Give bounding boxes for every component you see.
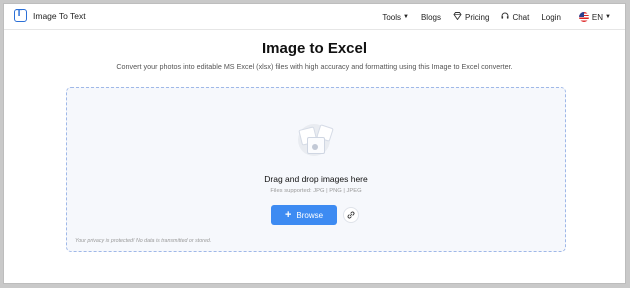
login-label: Login	[541, 12, 561, 22]
page-title: Image to Excel	[261, 40, 368, 57]
nav-tools-label: Tools	[382, 12, 402, 22]
site-logo[interactable]: T Image To Text	[14, 8, 86, 22]
browse-label: Browse	[296, 210, 324, 220]
link-icon	[347, 206, 355, 224]
nav-chat-link[interactable]: Chat	[501, 12, 529, 22]
chevron-down-icon: ▼	[605, 14, 611, 20]
nav-tools-dropdown[interactable]: Tools ▼	[382, 13, 409, 22]
nav-menu: Tools ▼ Blogs Pricing Chat Login EN ▼	[370, 4, 611, 30]
url-upload-button[interactable]	[343, 207, 359, 223]
images-illustration-icon	[292, 122, 340, 162]
language-selector[interactable]: EN ▼	[578, 12, 611, 22]
files-supported-text: Files supported: JPG | PNG | JPEG	[270, 188, 362, 194]
page-subtitle: Convert your photos into editable MS Exc…	[116, 62, 513, 71]
chevron-down-icon: ▼	[403, 14, 409, 20]
nav-chat-label: Chat	[512, 12, 530, 22]
nav-blogs-label: Blogs	[420, 12, 441, 22]
us-flag-icon	[578, 12, 589, 22]
nav-pricing-link[interactable]: Pricing	[453, 12, 489, 22]
upload-dropzone[interactable]: Drag and drop images here Files supporte…	[66, 87, 566, 252]
top-navbar: T Image To Text Tools ▼ Blogs Pricing Ch…	[4, 4, 625, 30]
privacy-note: Your privacy is protected! No data is tr…	[75, 238, 212, 244]
site-name: Image To Text	[33, 10, 86, 21]
browser-frame: T Image To Text Tools ▼ Blogs Pricing Ch…	[3, 3, 626, 284]
nav-blogs-link[interactable]: Blogs	[421, 13, 441, 22]
headset-icon	[501, 12, 509, 22]
login-link[interactable]: Login	[541, 13, 561, 22]
plus-icon: +	[284, 208, 292, 221]
browse-button[interactable]: + Browse	[271, 205, 337, 225]
diamond-icon	[453, 12, 462, 22]
language-label: EN	[591, 12, 604, 22]
drag-drop-text: Drag and drop images here	[264, 174, 368, 184]
nav-pricing-label: Pricing	[464, 12, 490, 22]
image-to-text-logo-icon: T	[14, 8, 27, 22]
